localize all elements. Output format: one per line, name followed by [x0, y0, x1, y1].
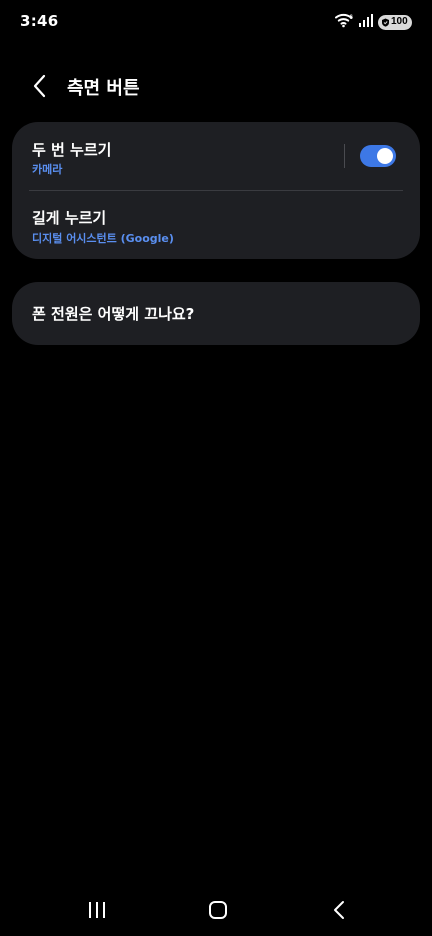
battery-level: 100: [391, 16, 408, 27]
double-press-toggle[interactable]: [360, 145, 396, 167]
back-button[interactable]: [26, 72, 54, 100]
toggle-separator: [344, 144, 345, 168]
battery-icon: 100: [378, 14, 412, 30]
home-icon: [209, 901, 227, 919]
double-press-row[interactable]: 두 번 누르기 카메라: [12, 122, 420, 190]
status-time: 3:46: [20, 12, 59, 30]
nav-back-button[interactable]: [319, 896, 359, 924]
power-off-faq-label: 폰 전원은 어떻게 끄나요?: [32, 305, 195, 323]
power-off-faq-item[interactable]: 폰 전원은 어떻게 끄나요?: [12, 282, 420, 345]
long-press-row[interactable]: 길게 누르기 디지털 어시스턴트 (Google): [12, 191, 420, 259]
status-icons: 6 100: [335, 13, 412, 31]
double-press-title: 두 번 누르기: [32, 141, 112, 159]
settings-card: 두 번 누르기 카메라 길게 누르기 디지털 어시스턴트 (Google): [12, 122, 420, 259]
navigation-bar: [0, 888, 432, 932]
long-press-title: 길게 누르기: [32, 209, 107, 227]
home-button[interactable]: [198, 896, 238, 924]
signal-icon: [358, 13, 374, 32]
toggle-knob: [377, 148, 393, 164]
back-icon: [334, 901, 344, 919]
recents-icon: [89, 902, 105, 918]
double-press-subtitle: 카메라: [32, 163, 63, 176]
page-title: 측면 버튼: [67, 78, 140, 99]
battery-shield-icon: [382, 18, 389, 27]
long-press-subtitle: 디지털 어시스턴트 (Google): [32, 232, 174, 245]
status-bar: 3:46 6 100: [0, 0, 432, 44]
svg-text:6: 6: [350, 15, 354, 21]
wifi-icon: 6: [335, 12, 354, 32]
recents-button[interactable]: [77, 896, 117, 924]
chevron-left-icon: [33, 74, 46, 98]
app-header: 측면 버튼: [0, 64, 432, 108]
